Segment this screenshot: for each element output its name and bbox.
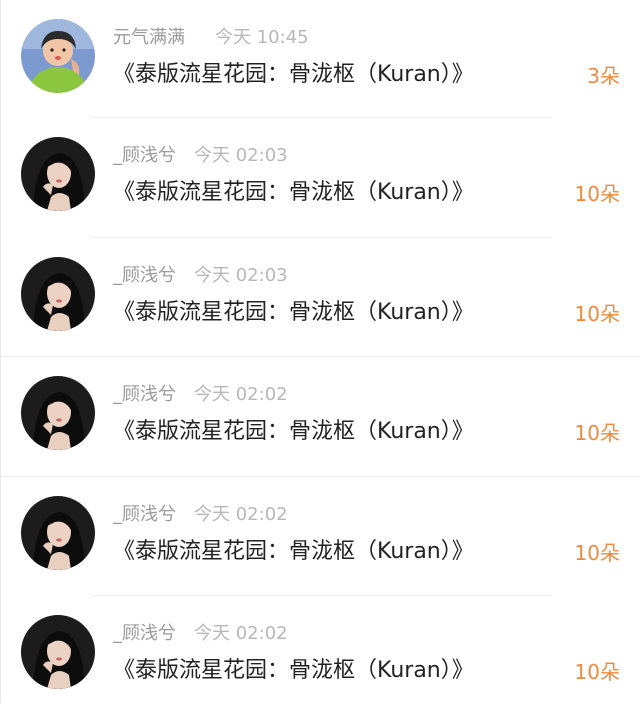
flower-count: 3朵 (587, 64, 620, 88)
drama-title[interactable]: 《泰版流星花园：骨泷枢（Kuran）》 (113, 654, 474, 688)
flower-count: 10朵 (574, 660, 620, 684)
avatar[interactable] (21, 495, 95, 570)
avatar-woman-icon (21, 137, 95, 211)
avatar-woman-icon (21, 376, 95, 450)
username[interactable]: 元气满满 (113, 27, 185, 48)
avatar[interactable] (21, 256, 95, 331)
list-item[interactable]: _顾浅兮 今天 02:02 《泰版流星花园：骨泷枢（Kuran）》 10朵 (1, 477, 640, 596)
drama-title[interactable]: 《泰版流星花园：骨泷枢（Kuran）》 (113, 176, 474, 210)
drama-title[interactable]: 《泰版流星花园：骨泷枢（Kuran）》 (113, 415, 474, 449)
list-item[interactable]: 元气满满 今天 10:45 《泰版流星花园：骨泷枢（Kuran）》 3朵 (1, 0, 640, 118)
avatar-woman-icon (21, 615, 95, 689)
avatar-girl-icon (21, 19, 95, 93)
username[interactable]: _顾浅兮 (113, 504, 176, 525)
list-item[interactable]: _顾浅兮 今天 02:02 《泰版流星花园：骨泷枢（Kuran）》 10朵 (1, 596, 640, 703)
flower-count: 10朵 (574, 540, 620, 565)
timestamp: 今天 02:03 (194, 145, 288, 166)
flower-count: 10朵 (574, 301, 620, 326)
flower-count: 10朵 (574, 421, 620, 445)
timestamp: 今天 02:02 (194, 384, 288, 405)
timestamp: 今天 02:02 (194, 623, 288, 644)
avatar[interactable] (21, 615, 95, 689)
timestamp: 今天 02:02 (194, 503, 288, 525)
gift-record-list: 元气满满 今天 10:45 《泰版流星花园：骨泷枢（Kuran）》 3朵 _顾浅兮… (0, 0, 640, 703)
flower-count: 10朵 (574, 182, 620, 206)
avatar[interactable] (21, 376, 95, 450)
username[interactable]: _顾浅兮 (113, 623, 176, 644)
avatar[interactable] (21, 19, 95, 93)
avatar-woman-icon (21, 256, 95, 331)
drama-title[interactable]: 《泰版流星花园：骨泷枢（Kuran）》 (113, 58, 474, 92)
username[interactable]: _顾浅兮 (113, 384, 176, 405)
username[interactable]: _顾浅兮 (113, 145, 176, 166)
list-item[interactable]: _顾浅兮 今天 02:03 《泰版流星花园：骨泷枢（Kuran）》 10朵 (1, 118, 640, 238)
list-item[interactable]: _顾浅兮 今天 02:02 《泰版流星花园：骨泷枢（Kuran）》 10朵 (1, 357, 640, 477)
timestamp: 今天 10:45 (215, 27, 309, 48)
username[interactable]: _顾浅兮 (113, 265, 176, 286)
timestamp: 今天 02:03 (194, 264, 288, 286)
list-item[interactable]: _顾浅兮 今天 02:03 《泰版流星花园：骨泷枢（Kuran）》 10朵 (1, 238, 640, 357)
drama-title[interactable]: 《泰版流星花园：骨泷枢（Kuran）》 (113, 535, 474, 569)
avatar[interactable] (21, 137, 95, 211)
drama-title[interactable]: 《泰版流星花园：骨泷枢（Kuran）》 (113, 296, 474, 330)
avatar-woman-icon (21, 495, 95, 570)
